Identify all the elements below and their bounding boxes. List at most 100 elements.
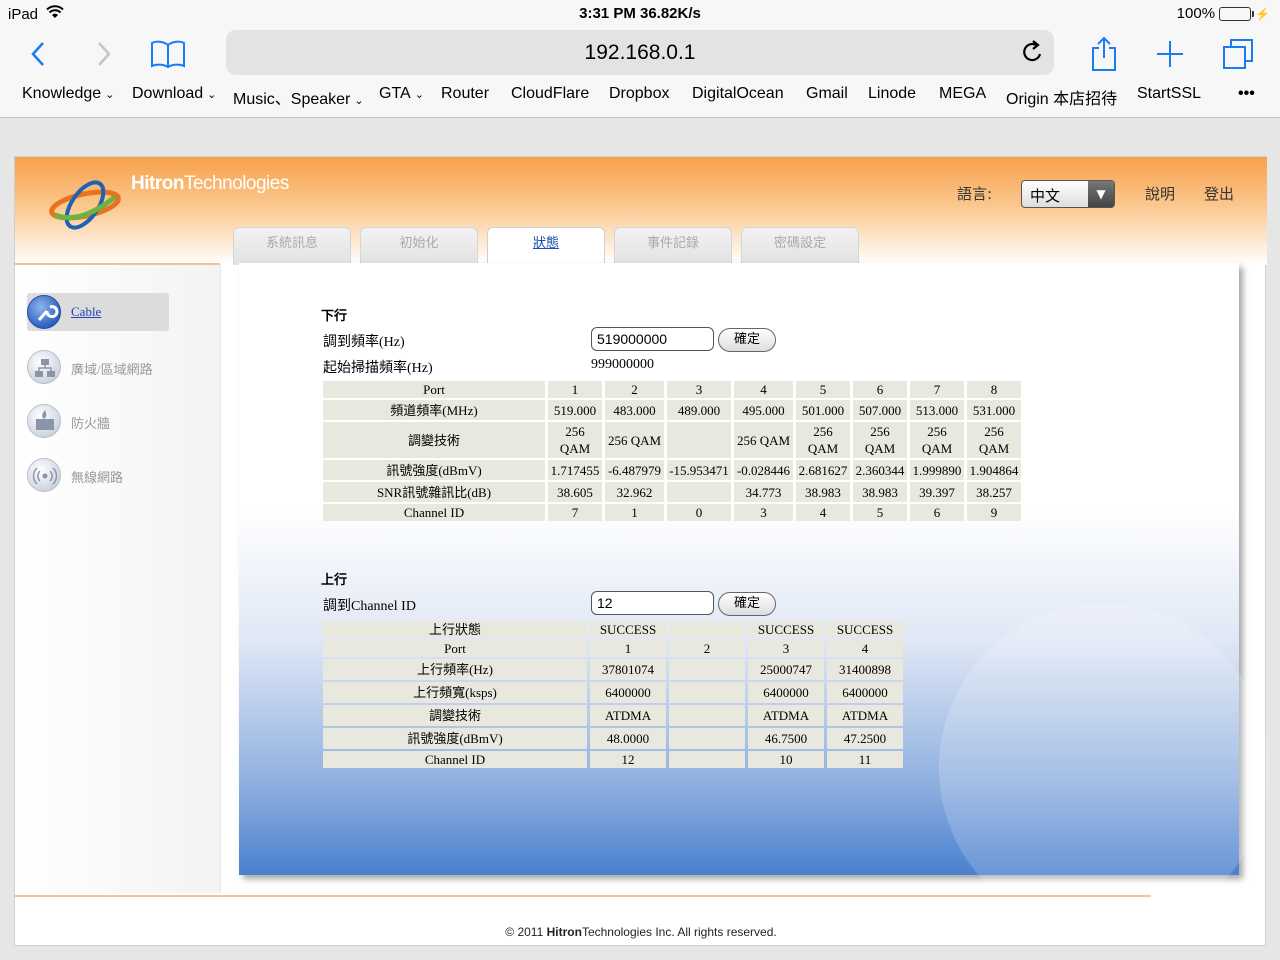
bookmark-7[interactable]: Dropbox	[609, 85, 669, 103]
table-cell	[669, 621, 745, 638]
bookmark-1[interactable]: Knowledge ⌄	[22, 85, 114, 103]
bookmark-11[interactable]: MEGA	[939, 85, 986, 103]
table-cell: 256 QAM	[967, 422, 1021, 458]
table-cell: 4	[827, 640, 903, 657]
tune-frequency-input[interactable]: 519000000	[591, 327, 714, 351]
table-cell	[669, 705, 745, 726]
table-cell: 7	[910, 381, 964, 398]
logout-link[interactable]: 登出	[1204, 183, 1234, 204]
bookmark-2[interactable]: Download ⌄	[132, 85, 216, 103]
bookmark-label: Linode	[868, 85, 917, 102]
sidebar-item-firewall[interactable]: 防火牆	[27, 402, 169, 440]
address-bar[interactable]: 192.168.0.1	[226, 30, 1054, 75]
table-cell: 4	[734, 381, 793, 398]
table-cell	[667, 482, 731, 502]
row-header-cell: Port	[323, 381, 545, 398]
more-bookmarks-icon[interactable]: •••	[1238, 85, 1255, 103]
bookmark-label: Download	[132, 85, 204, 102]
bookmark-4[interactable]: GTA ⌄	[379, 85, 424, 103]
table-row: 上行狀態 SUCCESS SUCCESS SUCCESS	[323, 621, 903, 638]
help-link[interactable]: 說明	[1145, 183, 1175, 204]
table-cell: 9	[967, 504, 1021, 521]
sidebar: Cable 廣域/區域網路 防火牆 無線網路	[15, 265, 221, 893]
tab-password[interactable]: 密碼設定	[741, 227, 859, 265]
router-page: HitronTechnologies 語言: 中文 ▼ 說明 登出 系統訊息 初…	[14, 156, 1269, 946]
network-icon	[27, 350, 61, 384]
table-cell	[669, 682, 745, 703]
bookmarks-button[interactable]	[150, 36, 186, 72]
table-cell: 38.605	[548, 482, 602, 502]
table-cell: 31400898	[827, 659, 903, 680]
row-header-cell: 訊號強度(dBmV)	[323, 460, 545, 480]
sidebar-item-wan-lan[interactable]: 廣域/區域網路	[27, 348, 169, 386]
new-tab-button[interactable]	[1152, 36, 1188, 72]
bookmark-10[interactable]: Linode	[868, 85, 916, 103]
chevron-down-icon: ⌄	[105, 89, 115, 101]
table-cell: 38.257	[967, 482, 1021, 502]
table-cell: -15.953471	[667, 460, 731, 480]
table-row: 訊號強度(dBmV) 48.0000 46.7500 47.2500	[323, 728, 903, 749]
table-cell	[669, 728, 745, 749]
row-header-cell: 調變技術	[323, 705, 587, 726]
table-cell: 256 QAM	[605, 422, 664, 458]
tab-system-info[interactable]: 系統訊息	[233, 227, 351, 265]
table-cell: 34.773	[734, 482, 793, 502]
bookmark-13[interactable]: StartSSL	[1137, 85, 1201, 103]
bookmark-label: DigitalOcean	[692, 85, 784, 102]
hitron-logo-icon	[45, 175, 125, 239]
row-header-cell: 頻道頻率(MHz)	[323, 400, 545, 420]
bookmark-5[interactable]: Router	[441, 85, 489, 103]
row-header-cell: SNR訊號雜訊比(dB)	[323, 482, 545, 502]
table-row: Channel ID 12 10 11	[323, 751, 903, 768]
table-cell: 489.000	[667, 400, 731, 420]
favorites-bar: Knowledge ⌄ Download ⌄ Music、Speaker ⌄ GTA ⌄ Rou…	[0, 85, 1280, 109]
language-select[interactable]: 中文 ▼	[1021, 180, 1115, 208]
bookmark-label: GTA	[379, 85, 411, 102]
forward-button[interactable]	[86, 36, 122, 72]
bookmark-12[interactable]: Origin 本店招待	[1006, 85, 1117, 109]
table-cell: ATDMA	[748, 705, 824, 726]
bookmark-label: Dropbox	[609, 85, 670, 102]
footer-divider	[15, 895, 1151, 897]
sidebar-item-wireless[interactable]: 無線網路	[27, 456, 169, 494]
table-row: SNR訊號雜訊比(dB) 38.605 32.962 34.773 38.983 38.9…	[323, 482, 1021, 502]
table-cell: 256 QAM	[853, 422, 907, 458]
tab-event-log[interactable]: 事件記錄	[614, 227, 732, 265]
table-cell: 256 QAM	[734, 422, 793, 458]
tune-frequency-confirm-button[interactable]: 確定	[718, 328, 776, 352]
book-icon	[151, 40, 185, 69]
table-cell: 483.000	[605, 400, 664, 420]
upstream-channel-input[interactable]: 12	[591, 591, 714, 615]
table-cell: 6	[910, 504, 964, 521]
bookmark-6[interactable]: CloudFlare	[511, 85, 589, 103]
chevron-down-icon: ⌄	[207, 89, 217, 101]
upstream-title: 上行	[321, 573, 348, 588]
bookmark-8[interactable]: DigitalOcean	[692, 85, 784, 103]
bookmark-label: Gmail	[806, 85, 848, 102]
table-cell: 3	[667, 381, 731, 398]
table-cell: ATDMA	[590, 705, 666, 726]
table-cell	[669, 659, 745, 680]
sidebar-item-cable[interactable]: Cable	[27, 293, 169, 331]
table-cell: 5	[853, 504, 907, 521]
reload-icon[interactable]	[1020, 39, 1044, 71]
tab-initialize[interactable]: 初始化	[360, 227, 478, 265]
firewall-icon	[27, 404, 61, 438]
table-cell: 0	[667, 504, 731, 521]
row-header-cell: Port	[323, 640, 587, 657]
table-cell: SUCCESS	[827, 621, 903, 638]
table-cell: 519.000	[548, 400, 602, 420]
battery-icon	[1219, 6, 1255, 21]
row-header-cell: 上行頻寬(ksps)	[323, 682, 587, 703]
back-button[interactable]	[20, 36, 56, 72]
row-header-cell: 調變技術	[323, 422, 545, 458]
bookmark-9[interactable]: Gmail	[806, 85, 848, 103]
tab-status[interactable]: 狀態	[487, 227, 605, 267]
tabs-button[interactable]	[1220, 36, 1256, 72]
table-row: 調變技術 ATDMA ATDMA ATDMA	[323, 705, 903, 726]
bookmark-3[interactable]: Music、Speaker ⌄	[233, 85, 364, 109]
chevron-left-icon	[31, 42, 44, 66]
share-button[interactable]	[1086, 36, 1122, 72]
upstream-channel-confirm-button[interactable]: 確定	[718, 592, 776, 616]
downstream-table: Port 1 2 3 4 5 6 7 8 頻道頻率(MHz) 519.000 483.000 489.0…	[320, 379, 1024, 523]
